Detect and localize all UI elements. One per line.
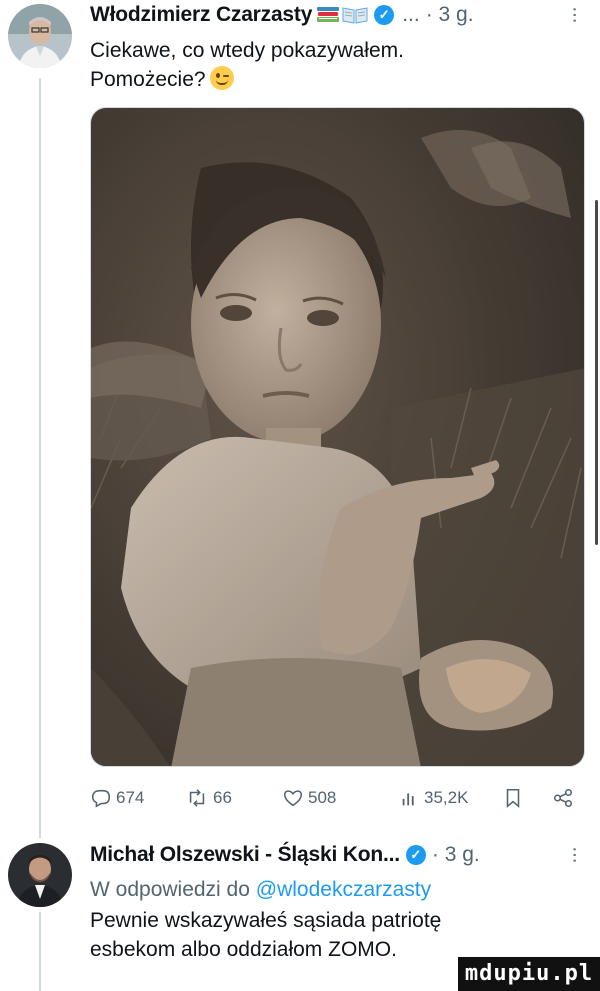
views-count: 35,2K [424, 788, 469, 807]
post-text-line: Pewnie wskazywałeś sąsiada patriotę [90, 909, 442, 932]
views-button[interactable]: 35,2K [400, 783, 468, 813]
verified-badge-icon: ✓ [374, 5, 395, 25]
reply-handle-link[interactable]: @wlodekczarzasty [256, 878, 431, 901]
repost-count: 66 [213, 788, 232, 807]
reply-context: W odpowiedzi do @wlodekczarzasty [90, 875, 580, 904]
views-chart-icon [402, 793, 414, 806]
post-header: Włodzimierz Czarzasty ✓ ... · 3 g. [90, 0, 474, 30]
watermark: mdupiu.pl [458, 957, 600, 991]
reply-icon [91, 789, 111, 808]
like-button[interactable]: 508 [282, 783, 336, 813]
winking-face-emoji [209, 66, 234, 90]
post-photo[interactable] [90, 107, 585, 767]
like-count: 508 [308, 788, 337, 807]
scrollbar[interactable] [595, 200, 598, 545]
post-time[interactable]: · 3 g. [426, 3, 474, 27]
name-ellipsis: ... [402, 3, 420, 26]
bookmark-button[interactable] [503, 783, 523, 813]
post-text-line: Pomożecie? [90, 65, 580, 94]
verified-badge-icon: ✓ [405, 845, 426, 865]
open-book-emoji [342, 7, 368, 24]
thread-line-bottom [39, 912, 41, 991]
avatar[interactable] [8, 4, 72, 68]
post-time[interactable]: · 3 g. [432, 843, 480, 867]
reply-prefix: W odpowiedzi do [90, 878, 256, 901]
books-emoji [317, 7, 340, 22]
repost-icon [189, 789, 205, 807]
share-button[interactable] [552, 783, 574, 813]
reply-button[interactable]: 674 [90, 783, 144, 813]
post-text: Ciekawe, co wtedy pokazywałem. Pomożecie… [90, 36, 580, 94]
name-emojis [316, 5, 368, 25]
post-text: Pewnie wskazywałeś sąsiada patriotę esbe… [90, 906, 580, 964]
avatar[interactable] [8, 843, 72, 907]
post-actions: 674 66 508 35,2K [90, 783, 580, 813]
share-icon [553, 788, 573, 808]
author-name[interactable]: Michał Olszewski - Śląski Kon... [90, 843, 400, 867]
bookmark-icon [506, 788, 520, 808]
more-options-icon[interactable]: ··· [563, 6, 586, 23]
heart-icon [283, 790, 303, 807]
thread-line-top [39, 78, 41, 838]
post-header: Michał Olszewski - Śląski Kon... ✓ · 3 g… [90, 840, 480, 870]
more-options-icon[interactable]: ··· [563, 846, 586, 863]
post-text-line: Ciekawe, co wtedy pokazywałem. [90, 39, 404, 62]
repost-button[interactable]: 66 [185, 783, 232, 813]
reply-count: 674 [116, 788, 145, 807]
author-name[interactable]: Włodzimierz Czarzasty [90, 3, 312, 27]
